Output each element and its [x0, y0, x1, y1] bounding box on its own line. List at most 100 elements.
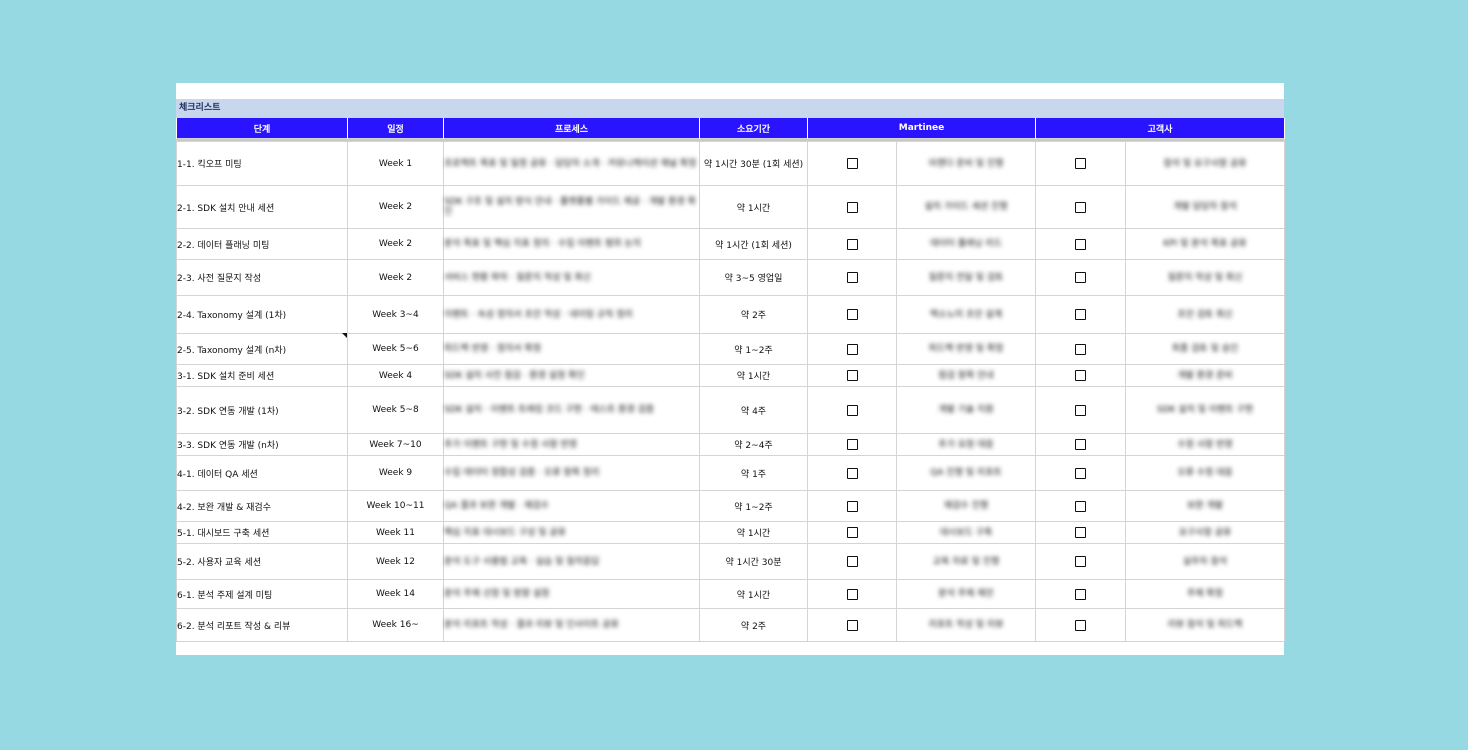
checkbox[interactable]: [1075, 588, 1087, 600]
duration-cell[interactable]: 약 1시간 30분 (1회 세션): [699, 141, 808, 186]
checkbox[interactable]: [846, 343, 858, 355]
checkbox[interactable]: [846, 588, 858, 600]
process-cell[interactable]: 수집 데이터 정합성 검증 · 오류 항목 정리: [443, 455, 700, 491]
process-cell[interactable]: 피드백 반영 · 정의서 확정: [443, 333, 700, 365]
duration-cell[interactable]: 약 1시간: [699, 185, 808, 229]
schedule-cell[interactable]: Week 10~11: [347, 490, 444, 522]
vendor-note-cell[interactable]: 재검수 진행: [895, 490, 1037, 522]
checkbox[interactable]: [1075, 527, 1087, 538]
step-cell[interactable]: 5-1. 대시보드 구축 세션: [176, 521, 348, 544]
vendor-note-cell[interactable]: 데이터 플래닝 리드: [895, 228, 1037, 260]
process-cell[interactable]: QA 결과 보완 개발 · 재검수: [443, 490, 700, 522]
header-duration[interactable]: 소요기간: [699, 118, 808, 139]
client-checkbox-cell[interactable]: [1035, 259, 1127, 296]
duration-cell[interactable]: 약 1시간 (1회 세션): [699, 228, 808, 260]
checkbox[interactable]: [846, 272, 858, 283]
client-note-cell[interactable]: 오류 수정 대응: [1125, 455, 1286, 491]
duration-cell[interactable]: 약 1시간: [699, 579, 808, 609]
process-cell[interactable]: 핵심 지표 대시보드 구성 및 공유: [443, 521, 700, 544]
vendor-note-cell[interactable]: 설치 가이드 세션 진행: [895, 185, 1037, 229]
checkbox[interactable]: [1075, 370, 1087, 381]
client-checkbox-cell[interactable]: [1035, 521, 1127, 544]
schedule-cell[interactable]: Week 14: [347, 579, 444, 609]
checkbox[interactable]: [1075, 619, 1087, 631]
vendor-checkbox-cell[interactable]: [807, 259, 897, 296]
checkbox[interactable]: [846, 500, 858, 512]
client-note-cell[interactable]: 개발 담당자 참석: [1125, 185, 1286, 229]
step-cell[interactable]: 6-2. 분석 리포트 작성 & 리뷰: [176, 608, 348, 642]
vendor-note-cell[interactable]: 택소노미 초안 설계: [895, 295, 1037, 334]
vendor-note-cell[interactable]: 질문지 전달 및 검토: [895, 259, 1037, 296]
client-checkbox-cell[interactable]: [1035, 228, 1127, 260]
vendor-note-cell[interactable]: 리포트 작성 및 리뷰: [895, 608, 1037, 642]
vendor-note-cell[interactable]: 분석 주제 제안: [895, 579, 1037, 609]
duration-cell[interactable]: 약 2~4주: [699, 433, 808, 456]
schedule-cell[interactable]: Week 2: [347, 259, 444, 296]
client-note-cell[interactable]: KPI 및 분석 목표 공유: [1125, 228, 1286, 260]
step-cell[interactable]: 3-3. SDK 연동 개발 (n차): [176, 433, 348, 456]
vendor-checkbox-cell[interactable]: [807, 521, 897, 544]
client-checkbox-cell[interactable]: [1035, 185, 1127, 229]
step-cell[interactable]: 5-2. 사용자 교육 세션: [176, 543, 348, 580]
header-client[interactable]: 고객사: [1035, 118, 1286, 139]
schedule-cell[interactable]: Week 1: [347, 141, 444, 186]
vendor-checkbox-cell[interactable]: [807, 185, 897, 229]
process-cell[interactable]: SDK 설치 · 이벤트 트래킹 코드 구현 · 테스트 환경 검증: [443, 386, 700, 434]
vendor-checkbox-cell[interactable]: [807, 455, 897, 491]
checkbox[interactable]: [846, 556, 858, 567]
duration-cell[interactable]: 약 2주: [699, 295, 808, 334]
vendor-checkbox-cell[interactable]: [807, 608, 897, 642]
step-cell[interactable]: 3-2. SDK 연동 개발 (1차): [176, 386, 348, 434]
duration-cell[interactable]: 약 4주: [699, 386, 808, 434]
client-checkbox-cell[interactable]: [1035, 141, 1127, 186]
cell-note-indicator[interactable]: [342, 333, 347, 338]
client-note-cell[interactable]: 보완 개발: [1125, 490, 1286, 522]
checkbox[interactable]: [1075, 404, 1087, 416]
checkbox[interactable]: [846, 158, 858, 169]
checkbox[interactable]: [846, 201, 858, 213]
checkbox[interactable]: [846, 404, 858, 416]
process-cell[interactable]: 추가 이벤트 구현 및 수정 사항 반영: [443, 433, 700, 456]
vendor-note-cell[interactable]: 점검 항목 안내: [895, 364, 1037, 387]
vendor-note-cell[interactable]: 아젠다 준비 및 진행: [895, 141, 1037, 186]
checkbox[interactable]: [1075, 201, 1087, 213]
client-note-cell[interactable]: 참석 및 요구사항 공유: [1125, 141, 1286, 186]
duration-cell[interactable]: 약 1시간: [699, 521, 808, 544]
schedule-cell[interactable]: Week 5~6: [347, 333, 444, 365]
schedule-cell[interactable]: Week 4: [347, 364, 444, 387]
vendor-checkbox-cell[interactable]: [807, 364, 897, 387]
schedule-cell[interactable]: Week 9: [347, 455, 444, 491]
process-cell[interactable]: 프로젝트 목표 및 일정 공유 · 담당자 소개 · 커뮤니케이션 채널 확정: [443, 141, 700, 186]
checkbox[interactable]: [1075, 272, 1087, 283]
client-note-cell[interactable]: 개발 환경 준비: [1125, 364, 1286, 387]
client-note-cell[interactable]: SDK 설치 및 이벤트 구현: [1125, 386, 1286, 434]
client-checkbox-cell[interactable]: [1035, 386, 1127, 434]
vendor-note-cell[interactable]: 대시보드 구축: [895, 521, 1037, 544]
process-cell[interactable]: 분석 리포트 작성 · 결과 리뷰 및 인사이트 공유: [443, 608, 700, 642]
step-cell[interactable]: 2-3. 사전 질문지 작성: [176, 259, 348, 296]
client-note-cell[interactable]: 주제 확정: [1125, 579, 1286, 609]
schedule-cell[interactable]: Week 7~10: [347, 433, 444, 456]
duration-cell[interactable]: 약 1주: [699, 455, 808, 491]
schedule-cell[interactable]: Week 2: [347, 228, 444, 260]
schedule-cell[interactable]: Week 5~8: [347, 386, 444, 434]
schedule-cell[interactable]: Week 3~4: [347, 295, 444, 334]
process-cell[interactable]: 서비스 현황 파악 · 질문지 작성 및 회신: [443, 259, 700, 296]
step-cell[interactable]: 2-2. 데이터 플래닝 미팅: [176, 228, 348, 260]
checkbox[interactable]: [1075, 439, 1087, 450]
duration-cell[interactable]: 약 3~5 영업일: [699, 259, 808, 296]
client-note-cell[interactable]: 실무자 참석: [1125, 543, 1286, 580]
checkbox[interactable]: [1075, 343, 1087, 355]
duration-cell[interactable]: 약 1시간: [699, 364, 808, 387]
vendor-note-cell[interactable]: 개발 기술 지원: [895, 386, 1037, 434]
process-cell[interactable]: 이벤트 · 속성 정의서 초안 작성 · 네이밍 규칙 정리: [443, 295, 700, 334]
vendor-checkbox-cell[interactable]: [807, 228, 897, 260]
vendor-checkbox-cell[interactable]: [807, 333, 897, 365]
step-cell[interactable]: 4-1. 데이터 QA 세션: [176, 455, 348, 491]
step-cell[interactable]: 4-2. 보완 개발 & 재검수: [176, 490, 348, 522]
process-cell[interactable]: SDK 설치 사전 점검 · 환경 설정 확인: [443, 364, 700, 387]
client-note-cell[interactable]: 질문지 작성 및 회신: [1125, 259, 1286, 296]
client-note-cell[interactable]: 요구사항 공유: [1125, 521, 1286, 544]
vendor-note-cell[interactable]: QA 진행 및 리포트: [895, 455, 1037, 491]
schedule-cell[interactable]: Week 11: [347, 521, 444, 544]
